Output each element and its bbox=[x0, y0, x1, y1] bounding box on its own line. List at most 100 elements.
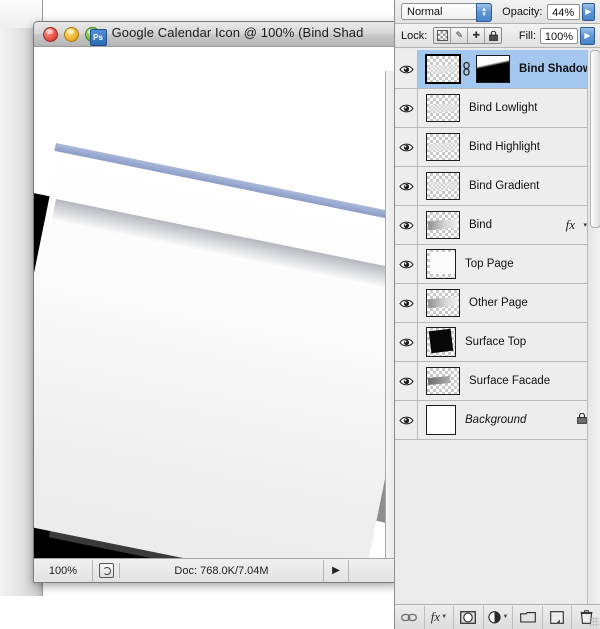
adjustment-layer-icon: ▼ bbox=[487, 610, 509, 624]
lock-image-icon[interactable]: ✎ bbox=[451, 28, 469, 43]
layer-name: Other Page bbox=[469, 297, 528, 309]
document-titlebar[interactable]: Ps Google Calendar Icon @ 100% (Bind Shad bbox=[34, 22, 399, 47]
layer-row[interactable]: Bind Highlight bbox=[395, 128, 600, 167]
layer-body[interactable]: Other Page bbox=[418, 284, 600, 322]
status-menu-arrow[interactable]: ▶ bbox=[323, 559, 349, 582]
layer-body[interactable]: Surface Top bbox=[418, 323, 600, 361]
fill-arrow-icon[interactable]: ▶ bbox=[580, 26, 595, 45]
opacity-arrow-icon[interactable]: ▶ bbox=[581, 2, 595, 21]
link-layers-button[interactable] bbox=[395, 605, 425, 629]
document-window[interactable]: Ps Google Calendar Icon @ 100% (Bind Shad… bbox=[33, 21, 400, 583]
layer-visibility-toggle[interactable] bbox=[395, 167, 418, 205]
lock-position-icon[interactable]: ✚ bbox=[468, 28, 486, 43]
layer-thumbnail[interactable] bbox=[426, 94, 460, 122]
layer-visibility-toggle[interactable] bbox=[395, 245, 418, 283]
layer-thumbnail[interactable] bbox=[426, 211, 460, 239]
opacity-input[interactable]: 44% bbox=[546, 3, 580, 20]
new-group-button[interactable] bbox=[513, 605, 543, 629]
photoshop-screenshot: Ps Google Calendar Icon @ 100% (Bind Shad… bbox=[0, 0, 600, 629]
layer-name: Surface Facade bbox=[469, 375, 551, 387]
lock-fill-row: Lock: ✎ ✚ Fill: 100% ▶ bbox=[395, 24, 600, 48]
zoom-level[interactable]: 100% bbox=[34, 559, 93, 582]
fill-label: Fill: bbox=[518, 29, 536, 42]
layer-thumbnail[interactable] bbox=[426, 327, 456, 357]
layer-visibility-toggle[interactable] bbox=[395, 206, 418, 244]
eye-icon bbox=[398, 64, 414, 75]
layer-row[interactable]: Bind Gradient bbox=[395, 167, 600, 206]
add-layer-mask-button[interactable] bbox=[454, 605, 484, 629]
blend-mode-stepper-icon[interactable]: ▲ ▼ bbox=[476, 3, 493, 22]
layer-body[interactable]: Bind Gradient bbox=[418, 167, 600, 205]
adjustment-layer-button[interactable]: ▼ bbox=[484, 605, 514, 629]
layer-name: Background bbox=[465, 414, 527, 426]
layers-scroll-thumb[interactable] bbox=[590, 50, 600, 228]
layer-name: Bind Lowlight bbox=[469, 102, 538, 114]
blend-mode-value: Normal bbox=[407, 5, 443, 18]
layer-list[interactable]: Bind Shadow Bind Lowlight Bind Highlight Bi… bbox=[395, 50, 600, 605]
layer-row[interactable]: Bind Lowlight bbox=[395, 89, 600, 128]
layer-body[interactable]: Bind Lowlight bbox=[418, 89, 600, 127]
eye-icon bbox=[398, 142, 414, 153]
layer-visibility-toggle[interactable] bbox=[395, 128, 418, 166]
opacity-label: Opacity: bbox=[502, 5, 543, 18]
new-layer-icon bbox=[550, 610, 565, 624]
layer-row[interactable]: Surface Top bbox=[395, 323, 600, 362]
layer-visibility-toggle[interactable] bbox=[395, 362, 418, 400]
lock-label: Lock: bbox=[401, 29, 428, 42]
layer-thumbnail[interactable] bbox=[426, 249, 456, 279]
layer-name: Bind Gradient bbox=[469, 180, 540, 192]
layer-row[interactable]: Top Page bbox=[395, 245, 600, 284]
layer-visibility-toggle[interactable] bbox=[395, 50, 418, 88]
layer-thumbnail[interactable] bbox=[426, 172, 460, 200]
layer-visibility-toggle[interactable] bbox=[395, 323, 418, 361]
lock-transparency-icon[interactable] bbox=[434, 28, 452, 43]
layer-body[interactable]: Bind Highlight bbox=[418, 128, 600, 166]
document-preview-icon bbox=[98, 563, 114, 578]
eye-icon bbox=[398, 181, 414, 192]
eye-icon bbox=[398, 376, 414, 387]
layer-effects-icon[interactable]: fx bbox=[566, 217, 575, 233]
fill-input[interactable]: 100% bbox=[540, 27, 578, 44]
layer-row[interactable]: Bind Shadow bbox=[395, 50, 600, 89]
document-title-text: Google Calendar Icon @ 100% (Bind Shad bbox=[111, 25, 364, 40]
layer-body[interactable]: Surface Facade bbox=[418, 362, 600, 400]
layer-body[interactable]: Bind Shadow bbox=[418, 50, 600, 88]
layer-row[interactable]: Other Page bbox=[395, 284, 600, 323]
document-title: Ps Google Calendar Icon @ 100% (Bind Shad bbox=[34, 25, 399, 46]
layer-row[interactable]: Background bbox=[395, 401, 600, 440]
layer-visibility-toggle[interactable] bbox=[395, 401, 418, 439]
blend-opacity-row: Normal ▲ ▼ Opacity: 44% ▶ bbox=[395, 0, 600, 24]
eye-icon bbox=[398, 220, 414, 231]
layer-name: Bind Highlight bbox=[469, 141, 540, 153]
layer-body[interactable]: Top Page bbox=[418, 245, 600, 283]
layer-mask-thumbnail[interactable] bbox=[476, 55, 510, 83]
layer-row[interactable]: Surface Facade bbox=[395, 362, 600, 401]
layer-body[interactable]: Background bbox=[418, 401, 600, 439]
layers-vertical-scrollbar[interactable] bbox=[587, 50, 600, 605]
layer-visibility-toggle[interactable] bbox=[395, 89, 418, 127]
layer-thumbnail[interactable] bbox=[426, 367, 460, 395]
blend-mode-select[interactable]: Normal ▲ ▼ bbox=[401, 3, 493, 22]
preview-options-button[interactable] bbox=[93, 563, 120, 578]
lock-button-group: ✎ ✚ bbox=[433, 27, 503, 44]
layer-style-fx-button[interactable]: fx ▼ bbox=[425, 605, 455, 629]
layers-panel: Normal ▲ ▼ Opacity: 44% ▶ Lock: ✎ ✚ Fill: bbox=[394, 0, 600, 629]
eye-icon bbox=[398, 337, 414, 348]
panel-resize-grip[interactable] bbox=[589, 617, 599, 627]
document-status-bar: 100% Doc: 768.0K/7.04M ▶ bbox=[34, 558, 399, 582]
document-canvas[interactable] bbox=[34, 46, 399, 559]
layer-row[interactable]: Bind fx ▾ bbox=[395, 206, 600, 245]
add-layer-mask-icon bbox=[460, 610, 477, 624]
new-group-icon bbox=[519, 611, 536, 623]
link-layers-icon bbox=[401, 612, 418, 623]
lock-all-icon[interactable] bbox=[485, 28, 502, 43]
layer-thumbnail[interactable] bbox=[426, 405, 456, 435]
layer-visibility-toggle[interactable] bbox=[395, 284, 418, 322]
document-size-info: Doc: 768.0K/7.04M bbox=[174, 564, 269, 577]
link-icon[interactable] bbox=[462, 61, 471, 77]
layer-thumbnail[interactable] bbox=[426, 289, 460, 317]
new-layer-button[interactable] bbox=[543, 605, 573, 629]
layer-thumbnail[interactable] bbox=[425, 54, 461, 84]
layer-thumbnail[interactable] bbox=[426, 133, 460, 161]
layer-body[interactable]: Bind fx ▾ bbox=[418, 206, 600, 244]
